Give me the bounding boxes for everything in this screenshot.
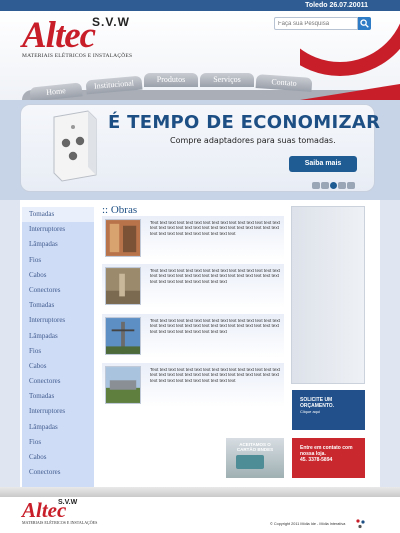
nav-produtos[interactable]: Produtos xyxy=(144,73,198,87)
obra-item[interactable]: Text text text text text text text text … xyxy=(102,363,284,407)
card-icon xyxy=(236,455,264,469)
sidebar-item-lampadas[interactable]: Lâmpadas xyxy=(22,420,94,435)
footer-logo[interactable]: S.V.W Altec MATERIAIS ELÉTRICOS E INSTAL… xyxy=(22,499,98,525)
sidebar-item-cabos[interactable]: Cabos xyxy=(22,359,94,374)
location-date: Toledo 26.07.20011 xyxy=(305,2,368,9)
footer-logo-tagline: MATERIAIS ELÉTRICOS E INSTALAÇÕES xyxy=(22,520,98,525)
slider-dot-active[interactable] xyxy=(330,182,337,189)
contact-phone: 45. 3378-5894 xyxy=(300,457,333,463)
slider-dot[interactable] xyxy=(312,182,320,189)
banner-headline: É TEMPO DE ECONOMIZAR xyxy=(108,112,381,133)
slider-dot[interactable] xyxy=(321,182,329,189)
sidebar-item-interruptores[interactable]: Interruptores xyxy=(22,313,94,328)
sidebar-categories: Tomadas Interruptores Lâmpadas Fios Cabo… xyxy=(22,207,94,487)
obra-text: Text text text text text text text text … xyxy=(150,268,280,284)
right-side-panel xyxy=(291,206,365,384)
search-input[interactable] xyxy=(274,17,358,30)
footer-divider xyxy=(0,487,400,497)
obra-photo xyxy=(105,317,141,355)
sidebar-item-interruptores[interactable]: Interruptores xyxy=(22,222,94,237)
quote-sub: Clique aqui xyxy=(300,409,321,414)
sidebar-item-lampadas[interactable]: Lâmpadas xyxy=(22,237,94,252)
outlet-adapter-image xyxy=(53,110,97,182)
sidebar-item-cabos[interactable]: Cabos xyxy=(22,268,94,283)
top-bar: Toledo 26.07.20011 xyxy=(0,0,400,11)
bndes-line2: CARTÃO BNDES xyxy=(236,447,274,452)
obra-item[interactable]: Text text text text text text text text … xyxy=(102,264,284,308)
obra-text: Text text text text text text text text … xyxy=(150,367,280,383)
sidebar-item-tomadas[interactable]: Tomadas xyxy=(22,298,94,313)
sidebar-item-tomadas[interactable]: Tomadas xyxy=(22,207,94,223)
sidebar-item-fios[interactable]: Fios xyxy=(22,435,94,450)
obra-photo xyxy=(105,267,141,305)
search-button[interactable] xyxy=(358,17,371,30)
sidebar-item-conectores[interactable]: Conectores xyxy=(22,374,94,389)
sidebar-item-conectores[interactable]: Conectores xyxy=(22,283,94,298)
slider-dot[interactable] xyxy=(347,182,355,189)
obra-photo xyxy=(105,219,141,257)
agency-icon[interactable] xyxy=(355,518,367,530)
quote-title: SOLICITE UM ORÇAMENTO. xyxy=(300,397,335,409)
sidebar-item-tomadas[interactable]: Tomadas xyxy=(22,389,94,404)
sidebar-item-cabos[interactable]: Cabos xyxy=(22,450,94,465)
sidebar-item-lampadas[interactable]: Lâmpadas xyxy=(22,329,94,344)
nav-servicos[interactable]: Serviços xyxy=(200,73,254,87)
slider-pager xyxy=(312,176,356,194)
section-title: :: Obras xyxy=(102,204,138,216)
sidebar-item-interruptores[interactable]: Interruptores xyxy=(22,404,94,419)
logo-svw: S.V.W xyxy=(92,15,130,29)
logo-tagline: MATERIAIS ELÉTRICOS E INSTALAÇÕES xyxy=(22,53,133,59)
copyright-text: © Copyright 2011 Mídia Ide - Mídia Inter… xyxy=(270,522,346,526)
contact-banner[interactable]: Entre em contato com nossa loja. 45. 337… xyxy=(292,438,365,478)
obra-text: Text text text text text text text text … xyxy=(150,318,280,334)
obra-text: Text text text text text text text text … xyxy=(150,220,280,236)
quote-request-banner[interactable]: SOLICITE UM ORÇAMENTO. Clique aqui xyxy=(292,390,365,430)
obra-item[interactable]: Text text text text text text text text … xyxy=(102,216,284,260)
obra-photo xyxy=(105,366,141,404)
slider-dot[interactable] xyxy=(338,182,346,189)
saiba-mais-button[interactable]: Saiba mais xyxy=(289,156,357,172)
obra-item[interactable]: Text text text text text text text text … xyxy=(102,314,284,358)
sidebar-item-fios[interactable]: Fios xyxy=(22,253,94,268)
search-box xyxy=(274,17,371,30)
nav-contato[interactable]: Contato xyxy=(255,74,313,92)
search-icon xyxy=(360,19,369,28)
sidebar-item-fios[interactable]: Fios xyxy=(22,344,94,359)
banner-subline: Compre adaptadores para suas tomadas. xyxy=(170,136,336,145)
logo[interactable]: S.V.W Altec MATERIAIS ELÉTRICOS E INSTAL… xyxy=(22,15,133,59)
main-nav: Home Institucional Produtos Serviços Con… xyxy=(29,73,330,102)
footer-logo-svw: S.V.W xyxy=(58,499,78,506)
sidebar-item-conectores[interactable]: Conectores xyxy=(22,465,94,480)
nav-institucional[interactable]: Institucional xyxy=(85,75,143,95)
bndes-card-banner[interactable]: ACEITAMOS O CARTÃO BNDES xyxy=(226,438,284,478)
